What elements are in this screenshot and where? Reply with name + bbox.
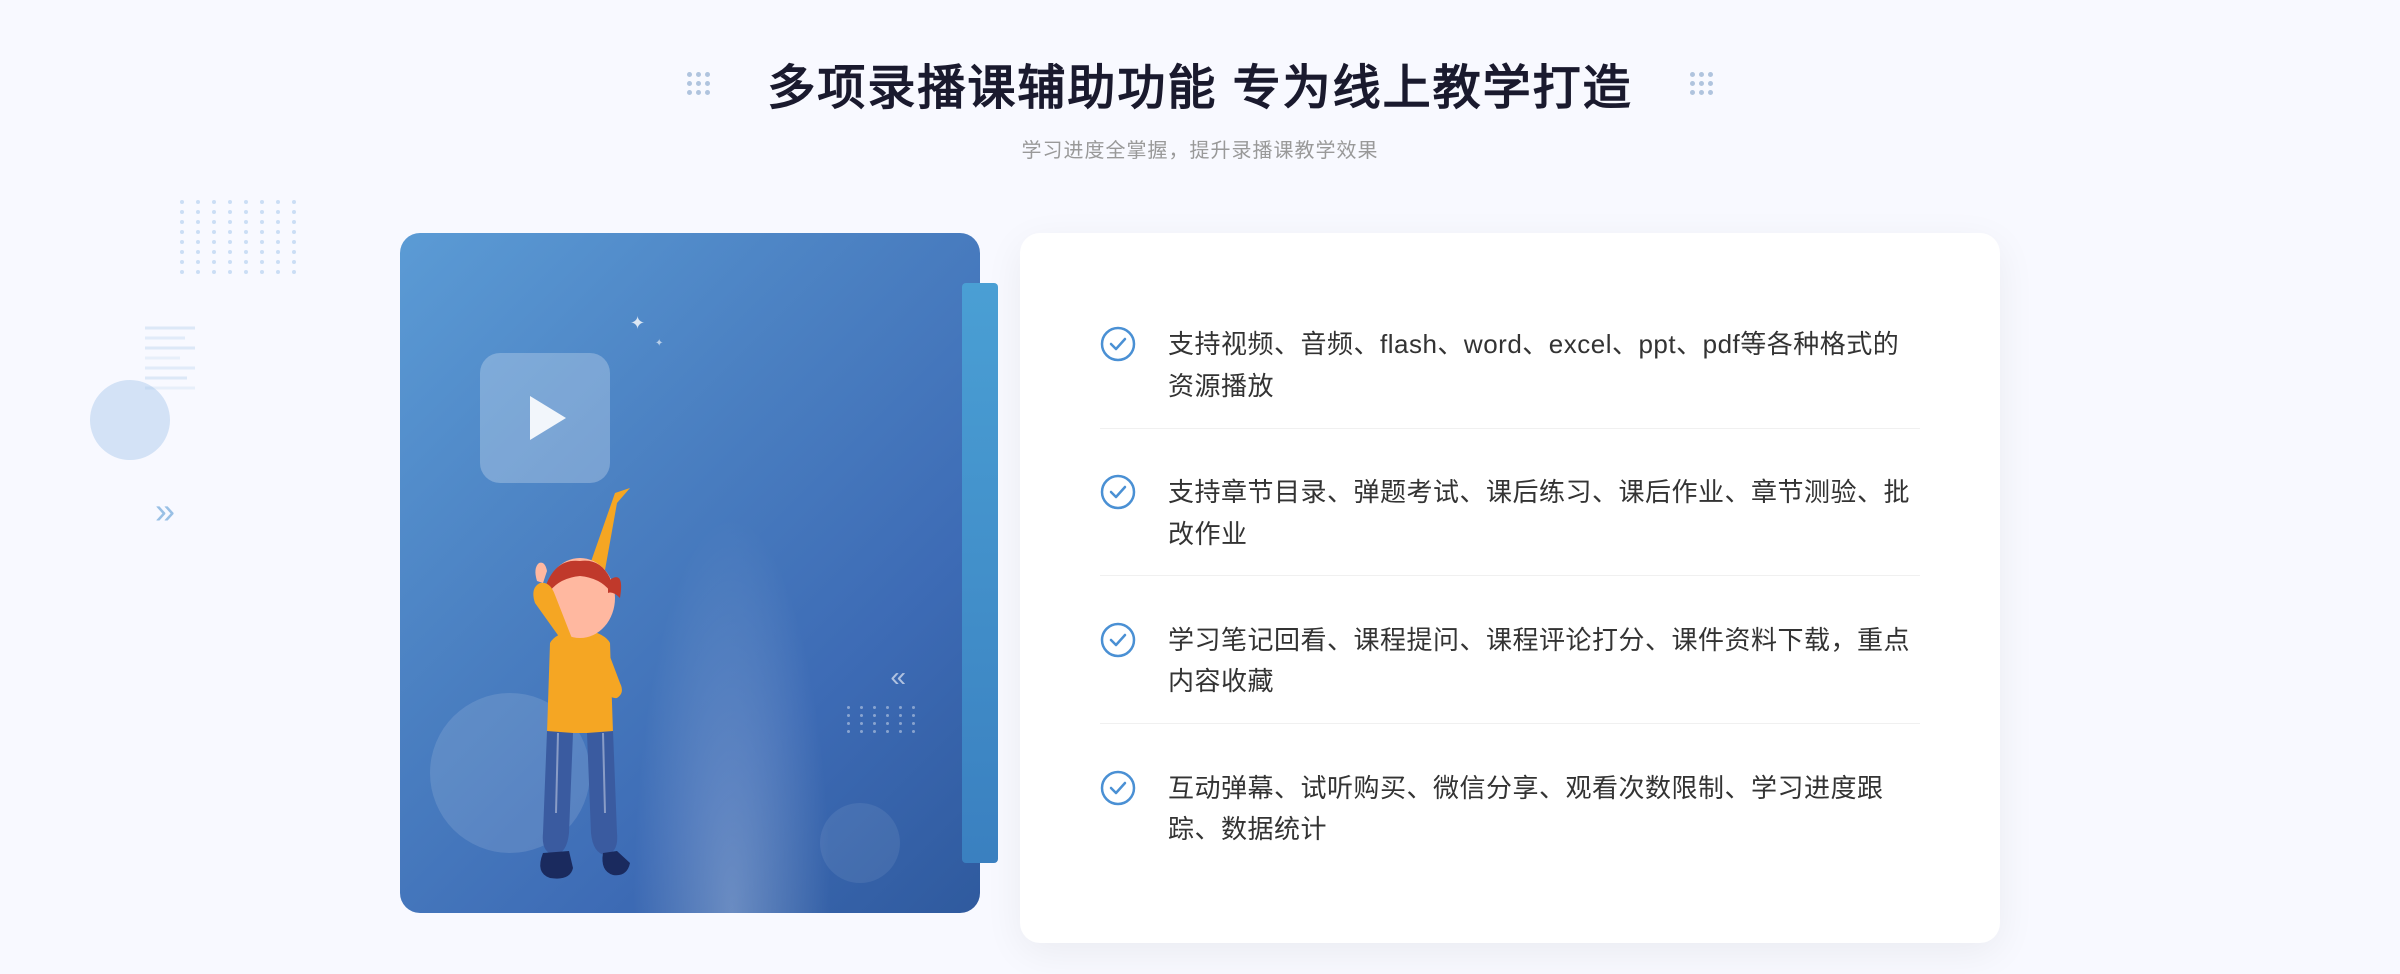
header-dots-right xyxy=(1690,72,1713,95)
star-decoration-small: ✦ xyxy=(655,338,663,349)
illustration-card: ✦ ✦ « xyxy=(400,233,980,913)
person-illustration xyxy=(455,413,705,913)
feature-text-1: 支持视频、音频、flash、word、excel、ppt、pdf等各种格式的资源… xyxy=(1168,324,1920,407)
sub-title: 学习进度全掌握，提升录播课教学效果 xyxy=(767,134,1632,163)
circle-decoration-medium xyxy=(820,803,900,883)
check-circle-icon-3 xyxy=(1100,622,1136,658)
illustration-dots xyxy=(847,706,920,733)
feature-text-3: 学习笔记回看、课程提问、课程评论打分、课件资料下载，重点内容收藏 xyxy=(1168,620,1920,703)
feature-item-2: 支持章节目录、弹题考试、课后练习、课后作业、章节测验、批改作业 xyxy=(1100,452,1920,576)
accent-bar xyxy=(962,283,998,863)
check-circle-icon-2 xyxy=(1100,474,1136,510)
page-container: » 多项录播课辅助功能 专为线上教学打造 学习进度全掌握，提升录播课教学效果 xyxy=(0,0,2400,974)
header-dots-left xyxy=(687,72,710,95)
feature-item-4: 互动弹幕、试听购买、微信分享、观看次数限制、学习进度跟踪、数据统计 xyxy=(1100,748,1920,871)
feature-item-1: 支持视频、音频、flash、word、excel、ppt、pdf等各种格式的资源… xyxy=(1100,304,1920,428)
features-card: 支持视频、音频、flash、word、excel、ppt、pdf等各种格式的资源… xyxy=(1020,233,2000,943)
chevron-left-icon: » xyxy=(155,490,167,532)
feature-text-4: 互动弹幕、试听购买、微信分享、观看次数限制、学习进度跟踪、数据统计 xyxy=(1168,768,1920,851)
feature-text-2: 支持章节目录、弹题考试、课后练习、课后作业、章节测验、批改作业 xyxy=(1168,472,1920,555)
check-circle-icon-4 xyxy=(1100,770,1136,806)
check-circle-icon-1 xyxy=(1100,326,1136,362)
header-section: 多项录播课辅助功能 专为线上教学打造 学习进度全掌握，提升录播课教学效果 xyxy=(767,60,1632,163)
deco-arrow-icon: « xyxy=(890,661,900,693)
decorative-dots-left xyxy=(180,200,300,320)
main-title: 多项录播课辅助功能 专为线上教学打造 xyxy=(767,60,1632,118)
star-decoration-large: ✦ xyxy=(630,313,645,334)
side-lines-decoration xyxy=(145,320,205,400)
feature-item-3: 学习笔记回看、课程提问、课程评论打分、课件资料下载，重点内容收藏 xyxy=(1100,600,1920,724)
content-area: ✦ ✦ « xyxy=(400,223,2000,943)
